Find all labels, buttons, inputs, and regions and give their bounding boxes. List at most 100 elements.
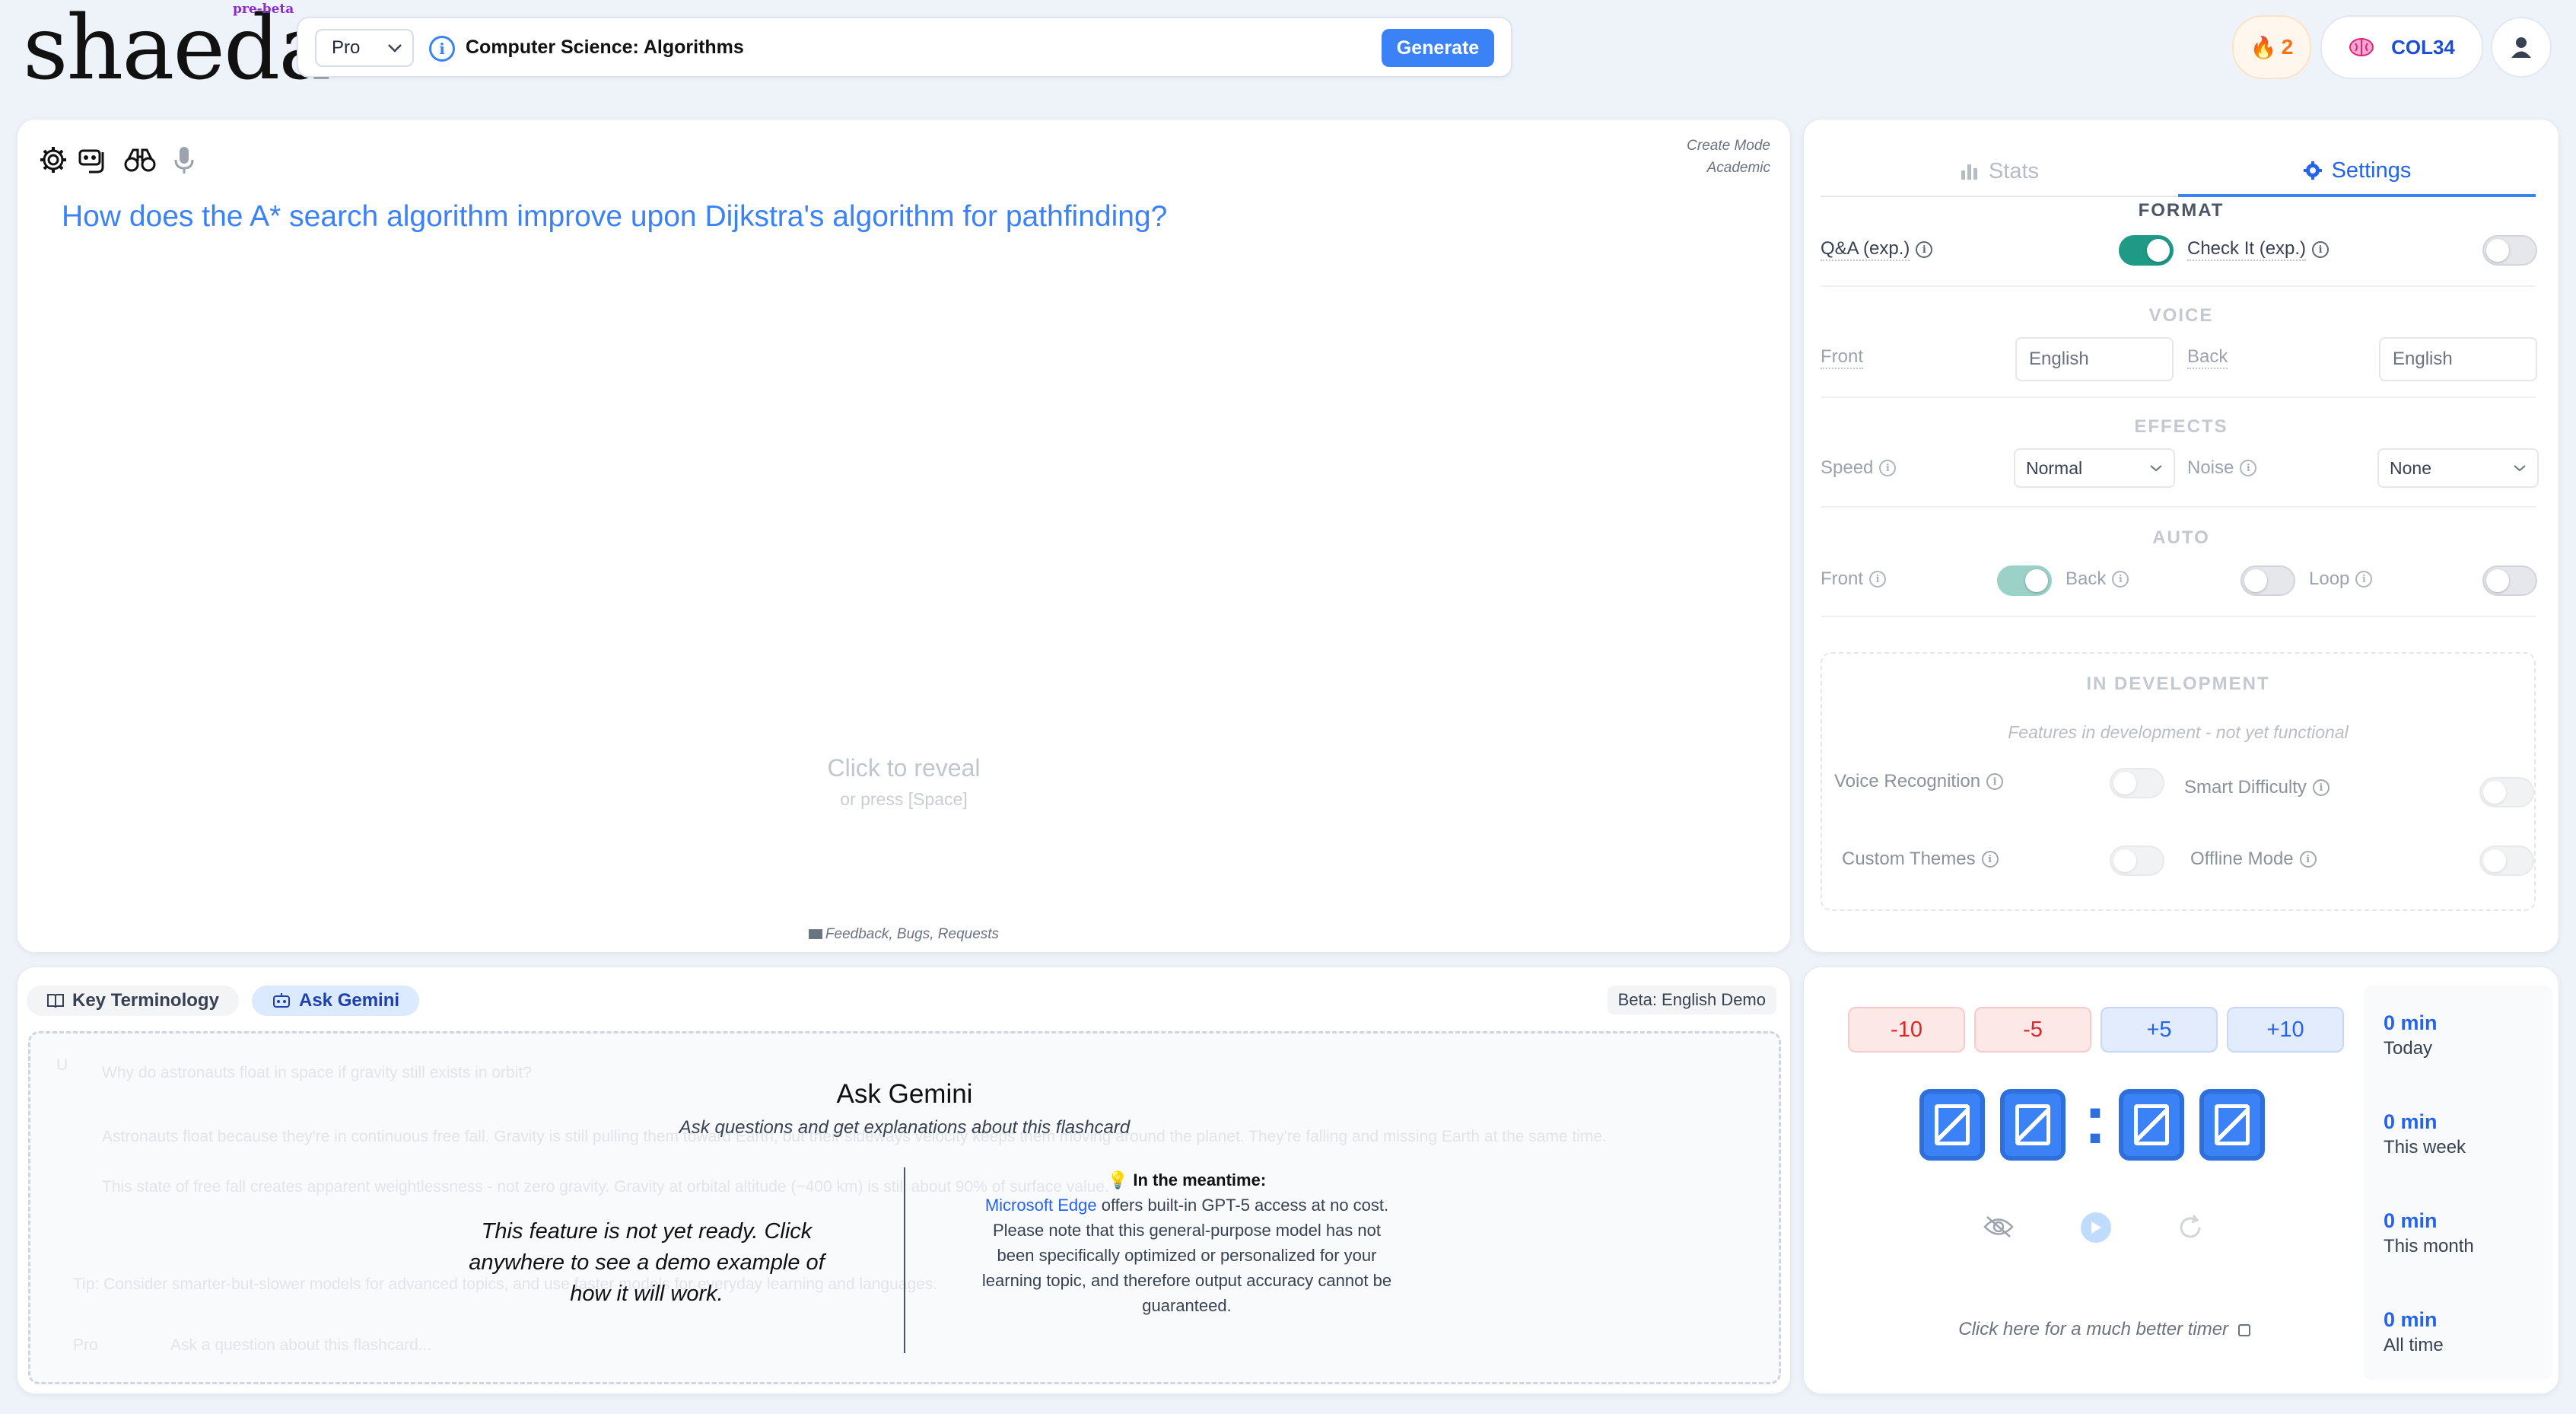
edge-link[interactable]: Microsoft Edge <box>985 1196 1097 1215</box>
stat-value: 0 min <box>2384 1209 2438 1232</box>
timer-digit <box>2119 1089 2184 1161</box>
topic-label[interactable]: Computer Science: Algorithms <box>466 37 744 59</box>
speed-label-text: Speed <box>1821 457 1874 478</box>
checkit-toggle[interactable] <box>2482 235 2537 266</box>
dev-offline-toggle[interactable] <box>2479 846 2534 876</box>
chevron-down-icon <box>388 44 402 53</box>
info-icon[interactable]: i <box>2312 241 2330 258</box>
app-logo[interactable]: shaeda <box>23 5 331 93</box>
microphone-icon[interactable] <box>167 142 202 177</box>
dev-themes-label: Custom Themes i <box>1842 849 1999 870</box>
dev-smart-toggle[interactable] <box>2479 777 2534 807</box>
user-avatar-button[interactable] <box>2491 17 2552 78</box>
plus-10-button[interactable]: +10 <box>2227 1007 2344 1053</box>
minus-5-button[interactable]: -5 <box>1974 1007 2091 1053</box>
tab-key-terminology[interactable]: Key Terminology <box>27 986 239 1016</box>
info-icon[interactable]: i <box>2240 460 2257 476</box>
bar-chart-icon <box>1961 164 1977 180</box>
topic-bar: Pro i Computer Science: Algorithms Gener… <box>297 17 1512 78</box>
auto-loop-text: Loop <box>2309 568 2350 589</box>
better-timer-link[interactable]: Click here for a much better timer <box>1804 1319 2405 1340</box>
back-voice-input[interactable]: English <box>2379 337 2537 381</box>
streak-badge[interactable]: 🔥 2 <box>2232 15 2311 79</box>
book-icon <box>47 994 64 1008</box>
stat-label: This week <box>2384 1137 2466 1158</box>
tab-settings[interactable]: Settings <box>2178 147 2536 197</box>
tab-ask-gemini[interactable]: Ask Gemini <box>252 986 420 1016</box>
streak-count: 2 <box>2281 35 2294 59</box>
noise-select[interactable]: None <box>2377 448 2539 488</box>
gemini-demo-overlay[interactable]: U Why do astronauts float in space if gr… <box>28 1031 1781 1384</box>
noise-label: Noise i <box>2187 457 2257 479</box>
generate-button[interactable]: Generate <box>1382 29 1494 67</box>
dev-note: Features in development - not yet functi… <box>2008 722 2349 742</box>
chevron-down-icon <box>2514 465 2526 472</box>
plus-5-button[interactable]: +5 <box>2101 1007 2218 1053</box>
auto-loop-toggle[interactable] <box>2482 565 2537 596</box>
stat-label: All time <box>2384 1335 2444 1355</box>
tab-stats[interactable]: Stats <box>1821 147 2178 197</box>
minus-10-button[interactable]: -10 <box>1848 1007 1965 1053</box>
checkit-label: Check It (exp.) <box>2187 238 2307 261</box>
gear-icon[interactable] <box>36 142 71 177</box>
front-voice-label: Front <box>1821 346 1864 369</box>
eye-off-icon[interactable] <box>1983 1215 2014 1242</box>
dev-themes-toggle[interactable] <box>2110 846 2164 876</box>
reset-icon[interactable] <box>2177 1214 2204 1245</box>
dev-header: IN DEVELOPMENT <box>2086 674 2270 694</box>
info-icon[interactable]: i <box>1981 851 1999 868</box>
qa-toggle[interactable] <box>2119 235 2174 266</box>
divider <box>1821 506 2536 508</box>
auto-front-toggle[interactable] <box>1997 565 2052 596</box>
speed-select[interactable]: Normal <box>2014 448 2175 488</box>
robot-icon[interactable] <box>74 142 109 177</box>
dev-smart-text: Smart Difficulty <box>2184 777 2307 798</box>
flame-icon: 🔥 <box>2250 35 2277 59</box>
info-icon[interactable]: i <box>429 36 455 62</box>
info-icon[interactable]: i <box>2299 851 2317 868</box>
play-button[interactable] <box>2081 1212 2111 1243</box>
dev-voice-text: Voice Recognition <box>1834 771 1981 791</box>
effects-header: EFFECTS <box>2134 416 2228 437</box>
play-icon <box>2091 1221 2101 1234</box>
dev-smart-label: Smart Difficulty i <box>2184 777 2330 798</box>
not-ready-message[interactable]: This feature is not yet ready. Click any… <box>456 1216 837 1310</box>
stat-label: Today <box>2384 1038 2433 1059</box>
ghost-answer-2: This state of free fall creates apparent… <box>102 1178 1109 1196</box>
better-timer-label: Click here for a much better timer <box>1958 1319 2229 1339</box>
auto-front-label: Front i <box>1821 568 1887 590</box>
binoculars-icon[interactable] <box>122 142 157 177</box>
dev-voice-toggle[interactable] <box>2110 768 2164 798</box>
meantime-title: In the meantime: <box>1133 1170 1267 1189</box>
mode-label: Create Mode Academic <box>1687 135 1770 179</box>
info-icon[interactable]: i <box>1869 571 1887 588</box>
speed-label: Speed i <box>1821 457 1897 479</box>
front-label-text: Front <box>1821 346 1864 369</box>
auto-back-text: Back <box>2066 568 2107 589</box>
brain-icon <box>2349 38 2374 56</box>
robot-icon <box>273 993 290 1008</box>
stat-week: 0 min This week <box>2384 1110 2466 1158</box>
ghost-tier: Pro <box>73 1336 98 1354</box>
meantime-heading: 💡 In the meantime: <box>974 1167 1400 1193</box>
noise-value: None <box>2390 457 2431 478</box>
stat-value: 0 min <box>2384 1110 2438 1133</box>
flashcard-panel[interactable]: Create Mode Academic How does the A* sea… <box>17 119 1791 953</box>
info-icon[interactable]: i <box>2112 571 2129 588</box>
info-icon[interactable]: i <box>2312 779 2330 796</box>
mode-line-2: Academic <box>1706 160 1770 176</box>
front-voice-input[interactable]: English <box>2015 337 2174 381</box>
info-icon[interactable]: i <box>1879 460 1897 476</box>
info-icon[interactable]: i <box>1986 773 2004 790</box>
tier-select[interactable]: Pro <box>315 29 414 67</box>
info-icon[interactable]: i <box>2355 571 2373 588</box>
format-header: FORMAT <box>2138 200 2225 221</box>
info-icon[interactable]: i <box>1916 241 1933 258</box>
auto-back-toggle[interactable] <box>2240 565 2295 596</box>
feedback-link[interactable]: Feedback, Bugs, Requests <box>17 926 1790 943</box>
stat-all-time: 0 min All time <box>2384 1308 2444 1356</box>
divider <box>1821 616 2536 617</box>
timer-colon: : <box>2084 1082 2107 1158</box>
reveal-prompt[interactable]: Click to reveal <box>17 754 1790 782</box>
course-badge[interactable]: COL34 <box>2320 15 2483 79</box>
